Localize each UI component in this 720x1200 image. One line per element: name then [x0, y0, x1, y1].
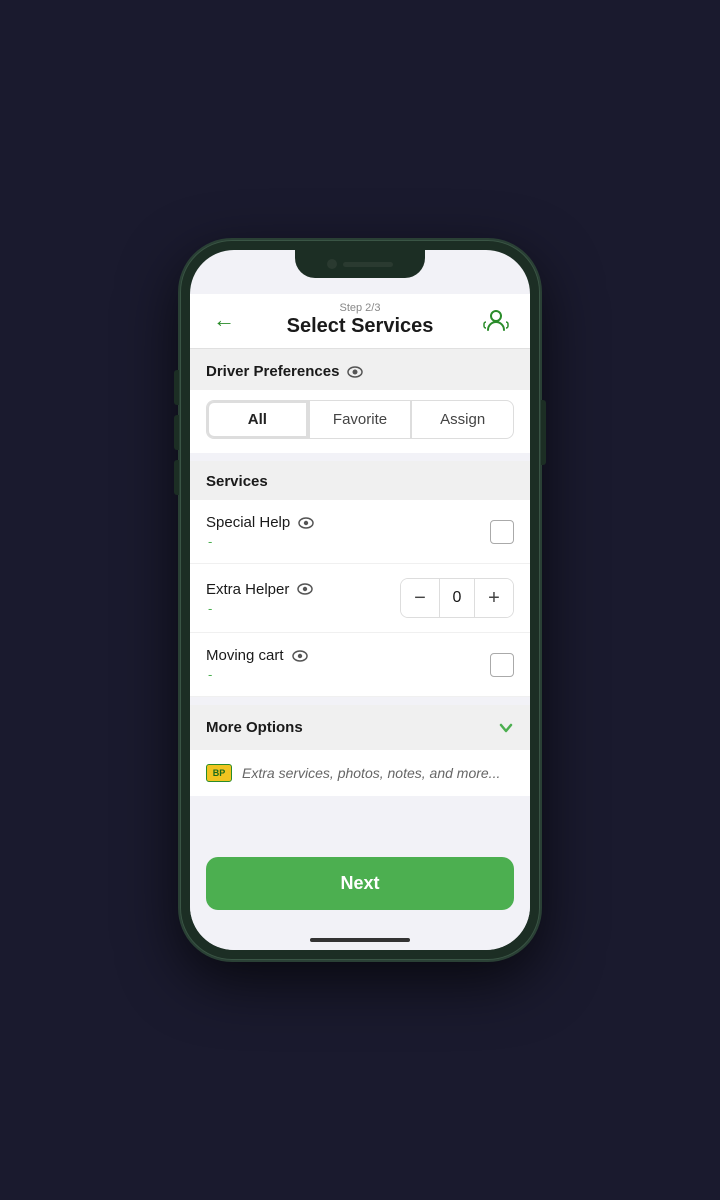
services-label: Services: [206, 473, 268, 490]
extra-helper-label-row: Extra Helper: [206, 581, 313, 598]
counter-increment-button[interactable]: +: [475, 579, 513, 617]
special-help-left: Special Help -: [206, 514, 314, 549]
special-help-eye-icon: [298, 517, 314, 529]
moving-cart-item: Moving cart -: [190, 633, 530, 697]
more-options-header[interactable]: More Options: [190, 705, 530, 750]
special-help-checkbox[interactable]: [490, 520, 514, 544]
bottom-bar: Next: [190, 845, 530, 930]
moving-cart-price: -: [206, 667, 308, 682]
more-options-label: More Options: [206, 719, 303, 736]
more-options-body: BP Extra services, photos, notes, and mo…: [190, 750, 530, 796]
special-help-label-row: Special Help: [206, 514, 314, 531]
extra-helper-price: -: [206, 601, 313, 616]
tab-all[interactable]: All: [206, 400, 309, 439]
services-section: Services Special Help -: [190, 461, 530, 697]
extra-helper-eye-icon: [297, 583, 313, 595]
moving-cart-label-row: Moving cart: [206, 647, 308, 664]
moving-cart-checkbox[interactable]: [490, 653, 514, 677]
header-center: Step 2/3 Select Services: [242, 302, 478, 338]
moving-cart-eye-icon: [292, 650, 308, 662]
header: ← Step 2/3 Select Services: [190, 294, 530, 349]
bp-badge: BP: [206, 764, 232, 782]
support-button[interactable]: [478, 302, 514, 338]
driver-preferences-label: Driver Preferences: [206, 363, 339, 380]
services-header: Services: [190, 461, 530, 500]
home-indicator: [190, 930, 530, 950]
extra-helper-left: Extra Helper -: [206, 581, 313, 616]
back-arrow-icon: ←: [213, 307, 235, 333]
extra-helper-item: Extra Helper - − 0 +: [190, 564, 530, 633]
more-options-description: Extra services, photos, notes, and more.…: [242, 765, 500, 781]
tab-assign[interactable]: Assign: [411, 400, 514, 439]
home-bar: [310, 938, 410, 942]
step-label: Step 2/3: [242, 302, 478, 314]
driver-preferences-header: Driver Preferences: [190, 349, 530, 390]
driver-preferences-section: Driver Preferences All Favorite Assign: [190, 349, 530, 453]
special-help-item: Special Help -: [190, 500, 530, 564]
page-title: Select Services: [242, 315, 478, 338]
more-options-section: More Options BP Extra services, photos, …: [190, 705, 530, 796]
extra-helper-counter: − 0 +: [400, 578, 514, 618]
counter-decrement-button[interactable]: −: [401, 579, 439, 617]
next-button[interactable]: Next: [206, 857, 514, 910]
driver-tabs: All Favorite Assign: [190, 390, 530, 453]
content-area: Driver Preferences All Favorite Assign: [190, 349, 530, 845]
speaker: [343, 262, 393, 267]
support-icon: [482, 306, 510, 334]
special-help-label: Special Help: [206, 514, 290, 531]
tab-favorite[interactable]: Favorite: [309, 400, 412, 439]
counter-value: 0: [439, 579, 475, 617]
moving-cart-left: Moving cart -: [206, 647, 308, 682]
chevron-down-icon: [498, 720, 514, 736]
camera: [327, 259, 337, 269]
back-button[interactable]: ←: [206, 302, 242, 338]
driver-preferences-eye-icon: [347, 364, 363, 380]
notch: [295, 250, 425, 278]
extra-helper-label: Extra Helper: [206, 581, 289, 598]
special-help-price: -: [206, 534, 314, 549]
moving-cart-label: Moving cart: [206, 647, 284, 664]
